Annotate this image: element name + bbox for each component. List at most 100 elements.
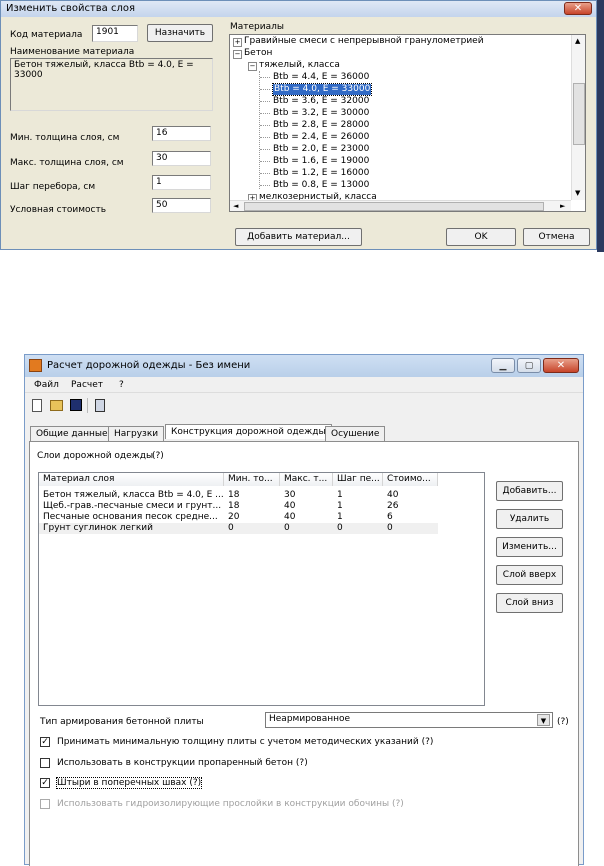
checkbox-checked-icon[interactable]: ✓ <box>40 778 50 788</box>
add-layer-button[interactable]: Добавить... <box>496 481 563 501</box>
column-header[interactable]: Стоимо... <box>383 473 438 486</box>
horizontal-scrollbar[interactable]: ◄ ► <box>230 200 571 211</box>
hscroll-thumb[interactable] <box>244 202 544 211</box>
cancel-button[interactable]: Отмена <box>523 228 590 246</box>
tree-item[interactable]: Btb = 2.8, E = 28000 <box>273 120 369 131</box>
window-title: Расчет дорожной одежды - Без имени <box>47 360 251 371</box>
expand-icon[interactable]: + <box>233 38 242 47</box>
dialog-title: Изменить свойства слоя <box>6 3 135 14</box>
close-icon[interactable]: ✕ <box>564 2 592 15</box>
min-thickness-input[interactable]: 16 <box>152 126 211 141</box>
layers-help[interactable]: (?) <box>152 451 164 461</box>
table-cell: 18 <box>228 501 240 511</box>
tab-general[interactable]: Общие данные <box>30 426 114 441</box>
layer-down-button[interactable]: Слой вниз <box>496 593 563 613</box>
tree-node-concrete[interactable]: Бетон <box>244 48 272 59</box>
layer-up-button[interactable]: Слой вверх <box>496 565 563 585</box>
reinforcement-help[interactable]: (?) <box>557 717 569 727</box>
max-thickness-input[interactable]: 30 <box>152 151 211 166</box>
open-folder-icon[interactable] <box>50 400 63 411</box>
tree-connector <box>260 137 270 138</box>
scroll-up-icon[interactable]: ▲ <box>575 37 580 45</box>
tree-item[interactable]: Btb = 3.2, E = 30000 <box>273 108 369 119</box>
tree-connector <box>260 161 270 162</box>
cost-input[interactable]: 50 <box>152 198 211 213</box>
vertical-scrollbar[interactable]: ▲ ▼ <box>571 35 585 200</box>
calculator-icon[interactable] <box>95 399 105 412</box>
delete-layer-button[interactable]: Удалить <box>496 509 563 529</box>
reinforcement-select[interactable]: Неармированное ▼ <box>265 712 553 728</box>
tree-item[interactable]: Btb = 1.2, E = 16000 <box>273 168 369 179</box>
tree-item[interactable]: Btb = 2.4, E = 26000 <box>273 132 369 143</box>
step-input[interactable]: 1 <box>152 175 211 190</box>
min-thickness-label: Мин. толщина слоя, см <box>10 133 120 143</box>
table-cell: 1 <box>337 501 343 511</box>
table-row[interactable]: Щеб.-грав.-песчаные смеси и грунт... 18 40… <box>39 501 438 512</box>
table-cell: Грунт суглинок легкий <box>43 523 153 533</box>
chevron-down-icon[interactable]: ▼ <box>537 714 550 726</box>
tree-item[interactable]: Btb = 1.6, E = 19000 <box>273 156 369 167</box>
step-label: Шаг перебора, см <box>10 182 96 192</box>
materials-tree[interactable]: + Гравийные смеси с непрерывной гранулом… <box>229 34 586 212</box>
tab-loads[interactable]: Нагрузки <box>108 426 165 441</box>
materials-label: Материалы <box>230 22 284 32</box>
menu-help[interactable]: ? <box>119 380 124 390</box>
scroll-right-icon[interactable]: ► <box>560 202 565 210</box>
edit-layer-button[interactable]: Изменить... <box>496 537 563 557</box>
tree-item[interactable]: Btb = 3.6, E = 32000 <box>273 96 369 107</box>
tree-item[interactable]: Btb = 4.0, E = 33000 <box>271 83 373 96</box>
table-cell: Щеб.-грав.-песчаные смеси и грунт... <box>43 501 222 511</box>
tree-node-gravel[interactable]: Гравийные смеси с непрерывной грануломет… <box>244 36 484 47</box>
add-material-button[interactable]: Добавить материал... <box>235 228 362 246</box>
code-field[interactable]: 1901 <box>92 25 138 42</box>
table-row[interactable]: Бетон тяжелый, класса Btb = 4.0, E ... 18… <box>39 490 438 501</box>
layers-table[interactable]: Материал слоя Мин. то... Макс. т... Шаг … <box>38 472 485 706</box>
tree-connector <box>260 113 270 114</box>
scroll-left-icon[interactable]: ◄ <box>233 202 238 210</box>
new-file-icon[interactable] <box>32 399 42 412</box>
column-header[interactable]: Макс. т... <box>280 473 333 486</box>
table-cell: 0 <box>337 523 343 533</box>
table-row[interactable]: Грунт суглинок легкий 0 0 0 0 <box>39 523 438 534</box>
table-cell: 30 <box>284 490 296 500</box>
tab-drainage[interactable]: Осушение <box>325 426 386 441</box>
collapse-icon[interactable]: − <box>233 50 242 59</box>
table-row[interactable]: Песчаные основания песок средне... 20 40 1 6 <box>39 512 438 523</box>
column-header[interactable]: Шаг пе... <box>333 473 383 486</box>
tree-connector <box>260 185 270 186</box>
scrollbar-thumb[interactable] <box>573 83 585 145</box>
table-cell: 40 <box>387 490 399 500</box>
assign-button[interactable]: Назначить <box>147 24 213 42</box>
app-icon <box>29 359 42 372</box>
scroll-down-icon[interactable]: ▼ <box>575 189 580 197</box>
material-name-field: Бетон тяжелый, класса Btb = 4.0, E = 330… <box>10 58 213 111</box>
checkbox-icon[interactable] <box>40 758 50 768</box>
table-cell: Бетон тяжелый, класса Btb = 4.0, E ... <box>43 490 224 500</box>
table-cell: Песчаные основания песок средне... <box>43 512 218 522</box>
tree-connector <box>260 125 270 126</box>
toolbar <box>25 394 583 418</box>
table-cell: 26 <box>387 501 399 511</box>
collapse-icon[interactable]: − <box>248 62 257 71</box>
checkbox-checked-icon[interactable]: ✓ <box>40 737 50 747</box>
tree-node-heavy[interactable]: тяжелый, класса <box>259 60 340 71</box>
tree-connector <box>260 173 270 174</box>
column-header[interactable]: Мин. то... <box>224 473 280 486</box>
save-icon[interactable] <box>70 399 82 411</box>
table-cell: 1 <box>337 490 343 500</box>
ok-button[interactable]: OK <box>446 228 516 246</box>
tree-item[interactable]: Btb = 0.8, E = 13000 <box>273 180 369 191</box>
table-cell: 0 <box>228 523 234 533</box>
close-icon[interactable]: ✕ <box>543 358 579 373</box>
dialog-titlebar: Изменить свойства слоя ✕ <box>1 1 596 17</box>
column-header[interactable]: Материал слоя <box>39 473 224 486</box>
menu-calc[interactable]: Расчет <box>71 380 103 390</box>
tab-construction[interactable]: Конструкция дорожной одежды <box>165 424 332 439</box>
tree-connector <box>260 89 270 90</box>
minimize-icon[interactable]: ▁ <box>491 358 515 373</box>
tree-item[interactable]: Btb = 2.0, E = 23000 <box>273 144 369 155</box>
menu-file[interactable]: Файл <box>34 380 59 390</box>
tree-item[interactable]: Btb = 4.4, E = 36000 <box>273 72 369 83</box>
table-cell: 0 <box>284 523 290 533</box>
maximize-icon[interactable]: ▢ <box>517 358 541 373</box>
